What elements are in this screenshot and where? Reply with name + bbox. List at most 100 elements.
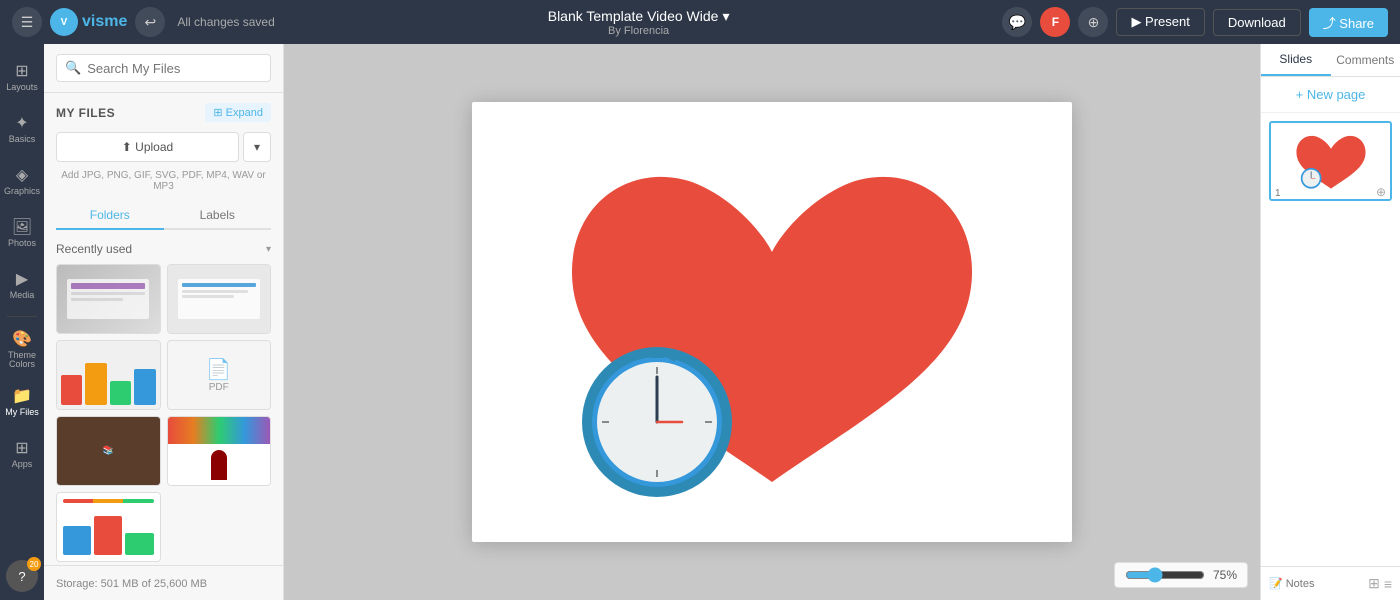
search-input-wrap: 🔍 [56,54,271,82]
topbar-right: 💬 F ⊕ ▶ Present Download ⤴ Share [1002,7,1388,37]
sidebar-item-label: Basics [9,135,36,144]
slide-thumbnail[interactable] [1269,121,1392,201]
apps-icon: ⊞ [15,438,28,458]
health-illustration: 1230 Kcal 🏃 🚴 🏋 60 45 90 [472,102,1072,542]
file-thumbnail[interactable] [56,492,161,562]
colors-icon: 🎨 [12,329,32,349]
sidebar-item-photos[interactable]: 🖼 Photos [2,208,42,256]
panel-content: MY FILES ⊞ Expand ⬆ Upload ▾ Add JPG, PN… [44,93,283,565]
menu-icon[interactable]: ☰ [12,7,42,37]
upload-row: ⬆ Upload ▾ [56,132,271,162]
new-page-button[interactable]: + New page [1261,77,1400,113]
file-thumbnail[interactable] [167,416,272,486]
file-thumbnail[interactable] [56,264,161,334]
icon-sidebar: ⊞ Layouts ✦ Basics ◈ Graphics 🖼 Photos ▶… [0,44,44,600]
avatar-button[interactable]: F [1040,7,1070,37]
right-panel: Slides Comments + New page [1260,44,1400,600]
photos-icon: 🖼 [12,217,32,237]
document-subtitle: By Florencia [608,25,669,37]
search-input[interactable] [87,61,262,76]
main-area: ⊞ Layouts ✦ Basics ◈ Graphics 🖼 Photos ▶… [0,44,1400,600]
file-thumbnail[interactable] [56,340,161,410]
layouts-icon: ⊞ [15,61,28,81]
recently-used-header: Recently used ▾ [56,242,271,256]
chevron-down-icon: ▾ [266,244,271,255]
sidebar-item-label: Photos [8,239,36,248]
media-icon: ▶ [16,269,28,289]
my-files-header: MY FILES ⊞ Expand [56,103,271,122]
sidebar-item-myfiles[interactable]: 📁 My Files [2,377,42,425]
share-button[interactable]: ⤴ Share [1309,8,1388,37]
left-panel: 🔍 MY FILES ⊞ Expand ⬆ Upload ▾ Add JPG, … [44,44,284,600]
file-thumbnail[interactable] [167,264,272,334]
sidebar-item-layouts[interactable]: ⊞ Layouts [2,52,42,100]
download-button[interactable]: Download [1213,9,1301,36]
sidebar-item-colors[interactable]: 🎨 Theme Colors [2,325,42,373]
sidebar-item-label: Theme Colors [2,351,42,369]
zoom-level: 75% [1213,568,1237,582]
upload-hint: Add JPG, PNG, GIF, SVG, PDF, MP4, WAV or… [56,170,271,192]
grid-view-button[interactable]: ⊞ [1368,575,1380,592]
sidebar-item-label: Graphics [4,187,40,196]
panel-scroll: MY FILES ⊞ Expand ⬆ Upload ▾ Add JPG, PN… [44,93,283,565]
zoom-bar: 75% [1114,562,1248,588]
canvas[interactable]: 1230 Kcal 🏃 🚴 🏋 60 45 90 [472,102,1072,542]
slide-thumbnail-wrap: 1 ⊕ [1261,113,1400,209]
sidebar-item-label: Layouts [6,83,38,92]
search-box: 🔍 [44,44,283,93]
tab-slides[interactable]: Slides [1261,44,1331,76]
sidebar-item-basics[interactable]: ✦ Basics [2,104,42,152]
folder-tabs-row: Folders Labels [56,202,271,230]
pdf-thumbnail[interactable]: 📄 PDF [167,340,272,410]
collab-icon[interactable]: ⊕ [1078,7,1108,37]
recently-used-title: Recently used [56,242,132,256]
tab-labels[interactable]: Labels [164,202,272,228]
right-bottom: 📝 Notes ⊞ ≡ [1261,566,1400,600]
pdf-icon: 📄 [206,357,231,382]
list-view-button[interactable]: ≡ [1384,575,1392,592]
right-tabs: Slides Comments [1261,44,1400,77]
visme-logo: V visme [50,8,127,36]
topbar-left: ☰ V visme ↩ All changes saved [12,7,275,37]
tab-folders[interactable]: Folders [56,202,164,230]
view-icons: ⊞ ≡ [1368,575,1392,592]
graphics-icon: ◈ [16,165,28,185]
zoom-slider[interactable] [1125,567,1205,583]
storage-bar: Storage: 501 MB of 25,600 MB [44,565,283,600]
notification-badge: 20 [27,557,41,571]
search-icon: 🔍 [65,60,81,76]
sidebar-item-apps[interactable]: ⊞ Apps [2,429,42,477]
autosave-status: All changes saved [177,15,274,29]
slide-preview-svg [1276,123,1386,199]
file-thumbnail[interactable]: 📚 [56,416,161,486]
logo-text: visme [82,13,127,31]
document-title[interactable]: Blank Template Video Wide ▾ [548,8,730,25]
slide-number: 1 [1275,188,1281,199]
expand-button[interactable]: ⊞ Expand [205,103,271,122]
tab-comments[interactable]: Comments [1331,44,1400,76]
canvas-area[interactable]: 1230 Kcal 🏃 🚴 🏋 60 45 90 [284,44,1260,600]
upload-dropdown-button[interactable]: ▾ [243,132,271,162]
pdf-label: PDF [209,382,229,393]
help-button[interactable]: ? 20 [6,560,38,592]
sidebar-item-graphics[interactable]: ◈ Graphics [2,156,42,204]
topbar: ☰ V visme ↩ All changes saved Blank Temp… [0,0,1400,44]
basics-icon: ✦ [15,113,28,133]
sidebar-item-label: Media [10,291,35,300]
sidebar-item-label: Apps [12,460,33,469]
undo-button[interactable]: ↩ [135,7,165,37]
storage-text: Storage: 501 MB of 25,600 MB [56,578,207,590]
sidebar-divider [7,316,37,317]
sidebar-item-media[interactable]: ▶ Media [2,260,42,308]
upload-button[interactable]: ⬆ Upload [56,132,239,162]
logo-icon: V [50,8,78,36]
sidebar-item-label: My Files [5,408,39,417]
present-button[interactable]: ▶ Present [1116,8,1204,36]
my-files-title: MY FILES [56,106,115,120]
slide-thumb-inner [1271,123,1390,199]
myfiles-icon: 📁 [12,386,32,406]
slide-add-icon[interactable]: ⊕ [1376,185,1386,199]
notes-icon: 📝 [1269,577,1283,590]
notes-button[interactable]: 📝 Notes [1269,577,1362,590]
chat-button[interactable]: 💬 [1002,7,1032,37]
